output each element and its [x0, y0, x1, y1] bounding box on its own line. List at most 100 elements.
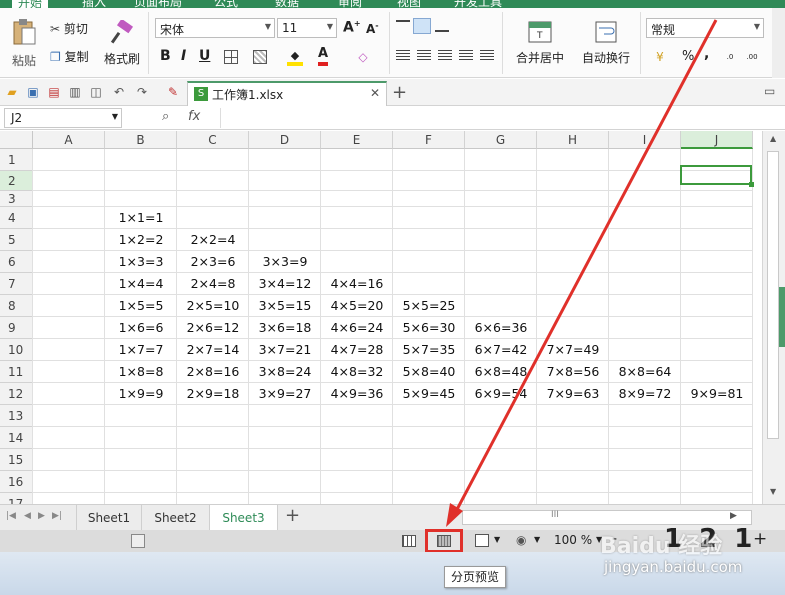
- grow-font-icon[interactable]: A+: [343, 19, 361, 36]
- merge-center-button[interactable]: T 合并居中: [508, 14, 572, 72]
- cell[interactable]: 9×9=81: [681, 383, 753, 405]
- fill-color-icon[interactable]: ◆: [287, 48, 303, 66]
- scroll-thumb[interactable]: [767, 151, 779, 439]
- row-header-4[interactable]: 4: [0, 207, 33, 229]
- percent-button[interactable]: %: [682, 49, 694, 64]
- page-layout-icon[interactable]: [475, 534, 489, 547]
- increase-decimal-icon[interactable]: .0: [722, 50, 738, 64]
- align-middle-icon[interactable]: [413, 18, 431, 34]
- cell[interactable]: 2×8=16: [177, 361, 249, 383]
- cell[interactable]: 2×4=8: [177, 273, 249, 295]
- next-sheet-icon[interactable]: ▶: [38, 511, 45, 521]
- cell[interactable]: 3×8=24: [249, 361, 321, 383]
- align-left-icon[interactable]: [396, 50, 410, 62]
- cell[interactable]: 2×5=10: [177, 295, 249, 317]
- distribute-icon[interactable]: [480, 50, 494, 62]
- pin-icon[interactable]: ✎: [166, 85, 180, 99]
- cell[interactable]: 6×7=42: [465, 339, 537, 361]
- cell[interactable]: 3×5=15: [249, 295, 321, 317]
- row-header-15[interactable]: 15: [0, 449, 33, 471]
- row-header-2[interactable]: 2: [0, 171, 33, 191]
- column-header-e[interactable]: E: [321, 131, 393, 149]
- formula-input[interactable]: [220, 108, 782, 128]
- function-button[interactable]: fx: [188, 109, 200, 124]
- tab-insert[interactable]: 插入: [82, 0, 106, 8]
- row-header-17[interactable]: 17: [0, 493, 33, 504]
- zoom-level[interactable]: 100 %: [554, 533, 592, 547]
- column-header-f[interactable]: F: [393, 131, 465, 149]
- cell[interactable]: 4×5=20: [321, 295, 393, 317]
- cell[interactable]: 1×9=9: [105, 383, 177, 405]
- border-icon[interactable]: [224, 50, 238, 64]
- undo-icon[interactable]: ↶: [112, 85, 126, 99]
- cell[interactable]: 7×7=49: [537, 339, 609, 361]
- row-header-1[interactable]: 1: [0, 149, 33, 171]
- row-header-5[interactable]: 5: [0, 229, 33, 251]
- tab-data[interactable]: 数据: [275, 0, 299, 8]
- cell[interactable]: 8×8=64: [609, 361, 681, 383]
- add-sheet-button[interactable]: +: [285, 505, 300, 526]
- tab-formulas[interactable]: 公式: [214, 0, 238, 8]
- cell[interactable]: 6×8=48: [465, 361, 537, 383]
- chevron-down-icon[interactable]: ▼: [534, 535, 540, 544]
- column-header-c[interactable]: C: [177, 131, 249, 149]
- font-size-select[interactable]: 11 ▼: [277, 18, 337, 38]
- comma-button[interactable]: ,: [704, 46, 709, 62]
- zoom-search-icon[interactable]: ⌕: [162, 109, 169, 124]
- tab-developer[interactable]: 开发工具: [454, 0, 502, 8]
- restore-icon[interactable]: ▭: [764, 84, 775, 98]
- fill-pattern-icon[interactable]: [253, 50, 267, 64]
- vertical-scrollbar[interactable]: ▲ ▼: [762, 131, 785, 504]
- cell[interactable]: 6×9=54: [465, 383, 537, 405]
- align-top-icon[interactable]: [396, 20, 410, 32]
- currency-icon[interactable]: ¥: [652, 50, 668, 64]
- sheet-tab-3[interactable]: Sheet3: [210, 505, 278, 531]
- format-painter-button[interactable]: 格式刷: [102, 14, 142, 72]
- column-header-d[interactable]: D: [249, 131, 321, 149]
- new-tab-icon[interactable]: +: [392, 82, 407, 103]
- first-sheet-icon[interactable]: |◀: [6, 511, 16, 521]
- row-header-3[interactable]: 3: [0, 191, 33, 207]
- cell[interactable]: 4×6=24: [321, 317, 393, 339]
- cut-button[interactable]: ✂ 剪切: [50, 20, 88, 37]
- justify-icon[interactable]: [459, 50, 473, 62]
- cell[interactable]: 5×6=30: [393, 317, 465, 339]
- cell[interactable]: 1×6=6: [105, 317, 177, 339]
- scroll-down-icon[interactable]: ▼: [770, 487, 776, 496]
- reading-mode-icon[interactable]: ◉: [516, 533, 526, 547]
- align-right-icon[interactable]: [438, 50, 452, 62]
- row-header-14[interactable]: 14: [0, 427, 33, 449]
- shrink-font-icon[interactable]: A-: [366, 21, 379, 36]
- save-icon[interactable]: ▣: [26, 85, 40, 99]
- fill-handle[interactable]: [749, 182, 754, 187]
- tab-review[interactable]: 审阅: [338, 0, 362, 8]
- chevron-down-icon[interactable]: ▼: [494, 535, 500, 544]
- name-box[interactable]: J2 ▼: [4, 108, 122, 128]
- cell[interactable]: 6×6=36: [465, 317, 537, 339]
- cell[interactable]: 3×9=27: [249, 383, 321, 405]
- row-header-12[interactable]: 12: [0, 383, 33, 405]
- cell[interactable]: 7×8=56: [537, 361, 609, 383]
- tab-home[interactable]: 开始: [12, 0, 49, 8]
- cell[interactable]: 2×6=12: [177, 317, 249, 339]
- copy-button[interactable]: ❐ 复制: [50, 48, 89, 65]
- row-header-6[interactable]: 6: [0, 251, 33, 273]
- horizontal-scrollbar[interactable]: III: [462, 510, 752, 525]
- row-header-13[interactable]: 13: [0, 405, 33, 427]
- decrease-decimal-icon[interactable]: .00: [744, 50, 760, 64]
- open-folder-icon[interactable]: ▰: [5, 85, 19, 99]
- font-name-select[interactable]: 宋体 ▼: [155, 18, 275, 38]
- cell[interactable]: 4×9=36: [321, 383, 393, 405]
- ribbon-scroll[interactable]: [772, 8, 785, 78]
- column-header-h[interactable]: H: [537, 131, 609, 149]
- cell[interactable]: 7×9=63: [537, 383, 609, 405]
- column-header-i[interactable]: I: [609, 131, 681, 149]
- cell[interactable]: 4×8=32: [321, 361, 393, 383]
- last-sheet-icon[interactable]: ▶|: [52, 511, 62, 521]
- close-tab-icon[interactable]: ✕: [370, 86, 380, 100]
- redo-icon[interactable]: ↷: [135, 85, 149, 99]
- cell[interactable]: 2×2=4: [177, 229, 249, 251]
- print-preview-icon[interactable]: ◫: [89, 85, 103, 99]
- row-header-10[interactable]: 10: [0, 339, 33, 361]
- cell[interactable]: 5×9=45: [393, 383, 465, 405]
